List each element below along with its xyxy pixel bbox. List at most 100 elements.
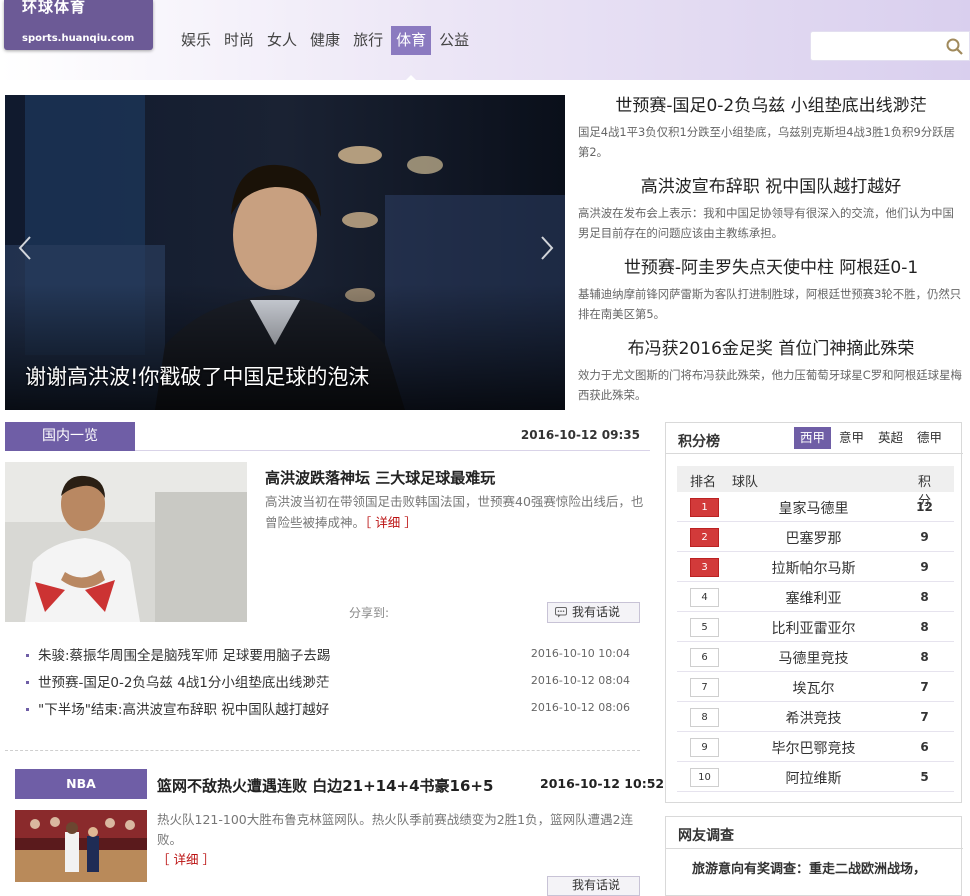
headline-desc: 基辅迪纳摩前锋冈萨雷斯为客队打进制胜球，阿根廷世预赛3轮不胜，仍然只排在南美区第… — [578, 287, 962, 321]
nba-title[interactable]: 篮网不敌热火遭遇连败 白边21+14+4书豪16+5 — [157, 775, 493, 796]
headline-item: 布冯获2016金足奖 首位门神摘此殊荣 效力于尤文图斯的门将布冯获此殊荣，他力压… — [578, 338, 964, 419]
feature-title[interactable]: 高洪波跌落神坛 三大球足球最难玩 — [265, 467, 495, 488]
feature-desc: 高洪波当初在带领国足击败韩国法国，世预赛40强赛惊险出线后，也曾险些被捧成神。［… — [265, 491, 645, 533]
logo-url: sports.huanqiu.com — [22, 33, 135, 44]
hero-slideshow[interactable]: 谢谢高洪波!你戳破了中国足球的泡沫 — [5, 95, 565, 410]
table-row[interactable]: 9 毕尔巴鄂竞技 6 — [677, 732, 954, 762]
nba-desc-text: 热火队121-100大胜布鲁克林篮网队。热火队季前赛战绩变为2胜1负，篮网队遭遇… — [157, 812, 634, 847]
tab-bundesliga[interactable]: 德甲 — [911, 427, 948, 449]
team-name[interactable]: 埃瓦尔 — [742, 678, 885, 698]
next-slide-icon[interactable] — [533, 235, 559, 261]
list-item[interactable]: 朱骏:蔡振华周围全是脑残军师 足球要用脑子去踢 2016-10-10 10:04 — [26, 644, 640, 671]
divider — [666, 848, 963, 849]
headline-item: 高洪波宣布辞职 祝中国队越打越好 高洪波在发布会上表示：我和中国足协领导有很深入… — [578, 176, 964, 257]
table-row[interactable]: 1 皇家马德里 12 — [677, 492, 954, 522]
team-points: 9 — [920, 560, 929, 574]
rank-badge: 5 — [690, 618, 719, 637]
top-headlines: 世预赛-国足0-2负乌兹 小组垫底出线渺茫 国足4战1平3负仅积1分跌至小组垫底… — [578, 95, 964, 419]
standings-title: 积分榜 — [678, 434, 720, 450]
rank-badge: 1 — [690, 498, 719, 517]
nav-item-fashion[interactable]: 时尚 — [219, 26, 259, 55]
table-row[interactable]: 4 塞维利亚 8 — [677, 582, 954, 612]
headline-desc: 高洪波在发布会上表示：我和中国足协领导有很深入的交流，他们认为中国男足目前存在的… — [578, 206, 954, 240]
list-item[interactable]: 世预赛-国足0-2负乌兹 4战1分小组垫底出线渺茫 2016-10-12 08:… — [26, 671, 640, 698]
nba-image[interactable] — [15, 810, 147, 882]
team-name[interactable]: 塞维利亚 — [742, 588, 885, 608]
prev-slide-icon[interactable] — [13, 235, 39, 261]
section-date: 2016-10-12 09:35 — [520, 428, 640, 442]
poll-panel: 网友调查 旅游意向有奖调查：重走二战欧洲战场， — [665, 816, 963, 896]
nav-item-charity[interactable]: 公益 — [434, 26, 474, 55]
news-title[interactable]: 朱骏:蔡振华周围全是脑残军师 足球要用脑子去踢 — [38, 648, 330, 664]
standings-tabs: 西甲 意甲 英超 德甲 — [794, 427, 950, 449]
rank-badge: 7 — [690, 678, 719, 697]
nba-desc: 热火队121-100大胜布鲁克林篮网队。热火队季前赛战绩变为2胜1负，篮网队遭遇… — [157, 810, 637, 870]
nav-item-women[interactable]: 女人 — [262, 26, 302, 55]
standings-table: 排名 球队 积分 1 皇家马德里 12 2 巴塞罗那 9 3 拉斯帕尔马斯 9 4 塞维利亚 8… — [677, 466, 954, 792]
feature-image[interactable] — [5, 462, 247, 622]
tab-nba[interactable]: NBA — [15, 769, 147, 799]
table-row[interactable]: 6 马德里竞技 8 — [677, 642, 954, 672]
team-name[interactable]: 阿拉维斯 — [742, 768, 885, 788]
col-rank: 排名 — [690, 475, 717, 490]
poll-title: 网友调查 — [678, 828, 734, 844]
news-time: 2016-10-10 10:04 — [530, 647, 630, 660]
nba-comment-button[interactable]: 我有话说 — [547, 876, 640, 896]
nav-item-sports[interactable]: 体育 — [391, 26, 432, 81]
team-points: 9 — [920, 530, 929, 544]
search-icon[interactable] — [946, 38, 963, 55]
table-row[interactable]: 7 埃瓦尔 7 — [677, 672, 954, 702]
team-name[interactable]: 比利亚雷亚尔 — [742, 618, 885, 638]
headline-title[interactable]: 高洪波宣布辞职 祝中国队越打越好 — [578, 176, 964, 199]
team-points: 6 — [920, 740, 929, 754]
tab-laliga[interactable]: 西甲 — [794, 427, 832, 449]
table-row[interactable]: 8 希洪竞技 7 — [677, 702, 954, 732]
nba-more-link[interactable]: ［ 详细 ］ — [157, 852, 215, 867]
list-item[interactable]: "下半场"结束:高洪波宣布辞职 祝中国队越打越好 2016-10-12 08:0… — [26, 698, 640, 725]
team-points: 8 — [920, 620, 929, 634]
site-logo[interactable]: 环球体育 sports.huanqiu.com — [4, 0, 153, 50]
table-row[interactable]: 3 拉斯帕尔马斯 9 — [677, 552, 954, 582]
search-input[interactable] — [810, 31, 970, 61]
rank-badge: 10 — [690, 768, 719, 787]
rank-badge: 9 — [690, 738, 719, 757]
nav-item-travel[interactable]: 旅行 — [348, 26, 388, 55]
news-title[interactable]: 世预赛-国足0-2负乌兹 4战1分小组垫底出线渺茫 — [38, 675, 329, 691]
nav-item-health[interactable]: 健康 — [305, 26, 345, 55]
comment-icon — [555, 607, 567, 618]
news-time: 2016-10-12 08:06 — [530, 701, 630, 714]
share-label: 分享到: — [349, 606, 390, 620]
standings-header-row: 排名 球队 积分 — [677, 466, 954, 509]
tab-domestic[interactable]: 国内一览 — [5, 422, 135, 451]
poll-question[interactable]: 旅游意向有奖调查：重走二战欧洲战场， — [680, 859, 950, 881]
team-points: 7 — [920, 680, 929, 694]
table-row[interactable]: 10 阿拉维斯 5 — [677, 762, 954, 792]
team-name[interactable]: 马德里竞技 — [742, 648, 885, 668]
main-nav: 娱乐 时尚 女人 健康 旅行 体育 公益 — [176, 26, 477, 81]
news-title[interactable]: "下半场"结束:高洪波宣布辞职 祝中国队越打越好 — [38, 702, 329, 718]
team-name[interactable]: 拉斯帕尔马斯 — [742, 558, 885, 578]
team-name[interactable]: 希洪竞技 — [742, 708, 885, 728]
team-name[interactable]: 皇家马德里 — [742, 498, 885, 518]
table-row[interactable]: 2 巴塞罗那 9 — [677, 522, 954, 552]
feature-more-link[interactable]: ［ 详细 ］ — [365, 515, 417, 530]
rank-badge: 3 — [690, 558, 719, 577]
table-row[interactable]: 5 比利亚雷亚尔 8 — [677, 612, 954, 642]
headline-title[interactable]: 布冯获2016金足奖 首位门神摘此殊荣 — [578, 338, 964, 361]
team-name[interactable]: 巴塞罗那 — [742, 528, 885, 548]
tab-seriea[interactable]: 意甲 — [833, 427, 870, 449]
divider — [5, 750, 640, 751]
rank-badge: 8 — [690, 708, 719, 727]
nav-item-entertainment[interactable]: 娱乐 — [176, 26, 216, 55]
logo-text: 环球体育 — [22, 0, 87, 16]
divider — [666, 453, 963, 454]
headline-title[interactable]: 世预赛-国足0-2负乌兹 小组垫底出线渺茫 — [578, 95, 964, 118]
rank-badge: 4 — [690, 588, 719, 607]
headline-title[interactable]: 世预赛-阿圭罗失点天使中柱 阿根廷0-1 — [578, 257, 964, 280]
comment-button[interactable]: 我有话说 — [547, 602, 640, 623]
headline-desc: 国足4战1平3负仅积1分跌至小组垫底，乌兹别克斯坦4战3胜1负积9分跃居第2。 — [578, 125, 955, 159]
rank-badge: 2 — [690, 528, 719, 547]
slide-caption[interactable]: 谢谢高洪波!你戳破了中国足球的泡沫 — [25, 361, 369, 391]
tab-premier-league[interactable]: 英超 — [872, 427, 909, 449]
team-name[interactable]: 毕尔巴鄂竞技 — [742, 738, 885, 758]
